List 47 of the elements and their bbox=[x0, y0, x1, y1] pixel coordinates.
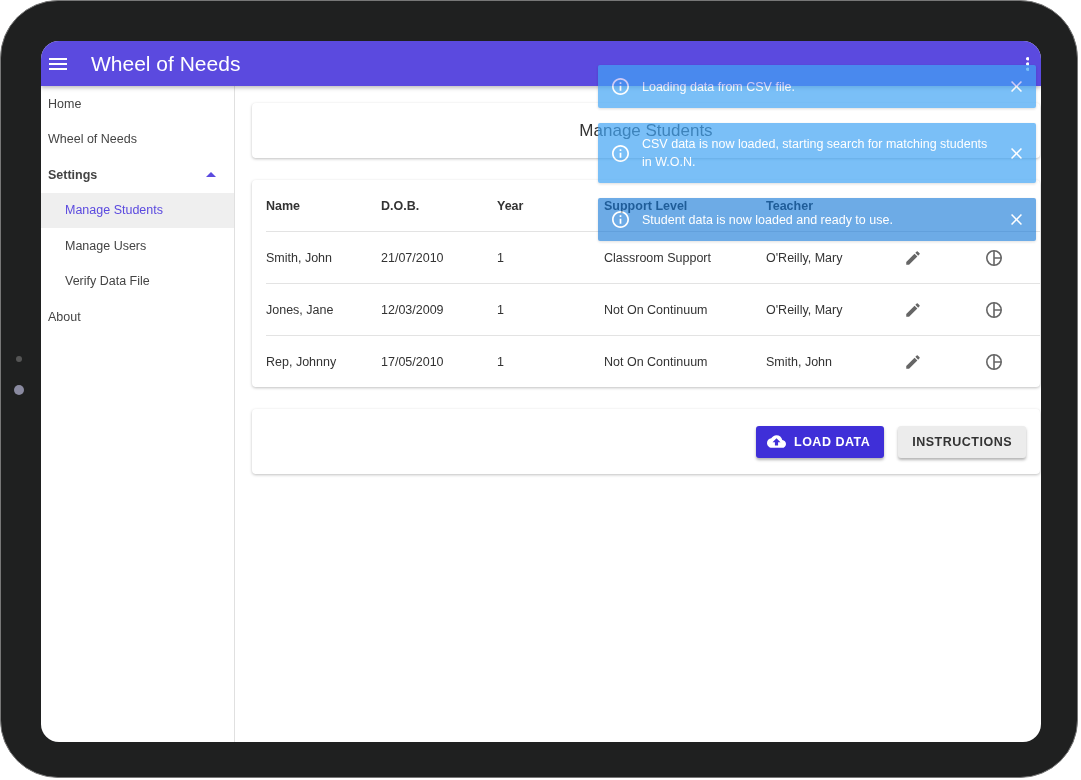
table-cell-text: Rep, Johnny bbox=[266, 353, 338, 371]
table-cell: O'Reilly, Mary bbox=[766, 232, 904, 284]
sidebar-item[interactable]: Wheel of Needs bbox=[41, 121, 234, 157]
caret-icon bbox=[206, 172, 216, 178]
table-cell: Smith, John bbox=[266, 232, 381, 284]
app-title: Wheel of Needs bbox=[91, 51, 242, 76]
edit-icon bbox=[904, 352, 922, 371]
edit-icon bbox=[904, 300, 922, 319]
close-icon bbox=[1011, 214, 1022, 225]
table-cell: Classroom Support bbox=[604, 232, 766, 284]
load-data-button[interactable]: LOAD DATA bbox=[756, 425, 885, 458]
camera-lens bbox=[14, 385, 24, 395]
column-header: D.O.B. bbox=[381, 180, 497, 232]
table-cell: Jones, Jane bbox=[266, 284, 381, 336]
pie-chart-icon bbox=[985, 352, 1003, 371]
sidebar-item[interactable]: Settings bbox=[41, 157, 234, 193]
toast-message: Loading data from CSV file. bbox=[642, 78, 796, 96]
sidebar-item[interactable]: About bbox=[41, 299, 234, 335]
info-icon bbox=[612, 211, 629, 228]
table-cell-text: 17/05/2010 bbox=[381, 353, 445, 371]
table-cell: O'Reilly, Mary bbox=[766, 284, 904, 336]
sidebar-item-label: Settings bbox=[48, 167, 98, 182]
table-cell: 12/03/2009 bbox=[381, 284, 497, 336]
table-cell-text: Not On Continuum bbox=[604, 353, 709, 371]
instructions-button[interactable]: INSTRUCTIONS bbox=[898, 425, 1026, 458]
sensor-dot bbox=[16, 356, 22, 362]
table-cell: 21/07/2010 bbox=[381, 232, 497, 284]
sidebar-item[interactable]: Manage Students bbox=[41, 192, 234, 228]
close-icon bbox=[1011, 147, 1022, 159]
sidebar-item[interactable]: Home bbox=[41, 86, 234, 122]
edit-icon bbox=[904, 248, 922, 267]
column-header: Name bbox=[266, 180, 381, 232]
toast-message: CSV data is now loaded, starting search for matching students in W.O.N. bbox=[642, 136, 989, 171]
table-cell: 1 bbox=[497, 232, 604, 284]
info-icon bbox=[612, 78, 629, 95]
sidebar-item[interactable]: Manage Users bbox=[41, 228, 234, 264]
table-cell: Not On Continuum bbox=[604, 284, 766, 336]
table-cell-text: Smith, John bbox=[766, 353, 833, 371]
table-cell: 1 bbox=[497, 284, 604, 336]
pie-chart-icon bbox=[985, 248, 1003, 267]
close-icon bbox=[1011, 81, 1022, 92]
info-icon bbox=[612, 144, 629, 162]
toast-message: Student data is now loaded and ready to use. bbox=[642, 212, 894, 229]
table-cell-text: 1 bbox=[497, 353, 505, 371]
pie-chart-icon bbox=[985, 300, 1003, 319]
cloud-upload-icon bbox=[767, 432, 786, 451]
sidebar-item[interactable]: Verify Data File bbox=[41, 263, 234, 299]
